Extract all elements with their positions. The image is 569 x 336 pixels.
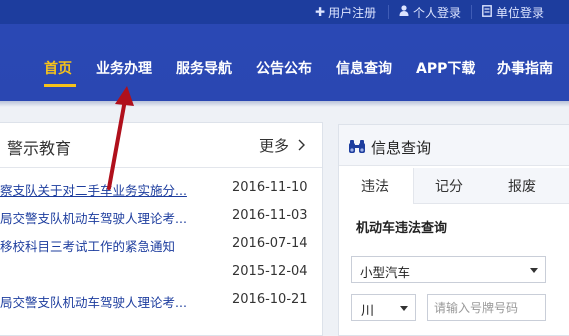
vehicle-type-select[interactable]: 小型汽车 <box>351 256 546 283</box>
register-label: 用户注册 <box>328 5 377 20</box>
active-nav-indicator <box>44 84 76 87</box>
tab-points[interactable]: 记分 <box>435 176 463 196</box>
register-link[interactable]: ✚ 用户注册 <box>315 0 376 24</box>
info-query-title: 信息查询 <box>371 139 432 157</box>
query-tabs: 违法 记分 报废 <box>339 168 569 204</box>
news-title[interactable]: 局交警支队机动车驾驶人理论考... <box>0 208 216 227</box>
news-date: 2016-11-10 <box>232 180 308 195</box>
info-query-panel: 信息查询 违法 记分 报废 机动车违法查询 小型汽车 川 <box>338 124 569 336</box>
news-row: 2015-12-04 <box>0 264 322 284</box>
binoculars-icon <box>348 139 366 158</box>
nav-shadow <box>0 101 569 107</box>
news-title[interactable]: 察支队关于对二手车业务实施分... <box>0 180 216 199</box>
news-date: 2015-12-04 <box>232 264 308 279</box>
plate-number-input[interactable] <box>427 294 546 321</box>
news-date: 2016-10-21 <box>232 292 308 307</box>
unit-login-label: 单位登录 <box>496 5 545 20</box>
vehicle-type-value: 小型汽车 <box>360 265 411 280</box>
news-row: 局交警支队机动车驾驶人理论考... 2016-11-03 <box>0 208 322 228</box>
more-link[interactable]: 更多 <box>259 135 306 156</box>
info-query-header: 信息查询 <box>339 125 569 166</box>
top-utility-bar: ✚ 用户注册 个人登录 单位登录 <box>0 0 569 24</box>
news-title[interactable]: 移校科目三考试工作的紧急通知 <box>0 236 216 255</box>
news-row: 察支队关于对二手车业务实施分... 2016-11-10 <box>0 180 322 200</box>
main-navigation: 首页 业务办理 服务导航 公告公布 信息查询 APP下载 办事指南 <box>0 24 569 101</box>
province-value: 川 <box>361 304 375 319</box>
nav-business[interactable]: 业务办理 <box>96 58 152 78</box>
personal-login-link[interactable]: 个人登录 <box>399 0 461 24</box>
chevron-down-icon <box>400 306 408 311</box>
tabs-divider <box>413 203 569 204</box>
nav-service-guide[interactable]: 服务导航 <box>176 58 232 78</box>
province-select[interactable]: 川 <box>351 294 416 321</box>
user-icon <box>399 5 409 19</box>
plus-icon: ✚ <box>315 5 326 19</box>
nav-announcements[interactable]: 公告公布 <box>256 58 312 78</box>
nav-guide[interactable]: 办事指南 <box>497 58 553 78</box>
divider <box>471 5 472 19</box>
news-row: 局交警支队机动车驾驶人理论考... 2016-10-21 <box>0 292 322 312</box>
news-title[interactable]: 局交警支队机动车驾驶人理论考... <box>0 292 216 311</box>
news-date: 2016-11-03 <box>232 208 308 223</box>
panel-header: 警示教育 更多 <box>0 123 322 168</box>
unit-login-link[interactable]: 单位登录 <box>482 0 544 24</box>
more-label: 更多 <box>259 137 290 155</box>
personal-login-label: 个人登录 <box>413 5 462 20</box>
tab-violation[interactable]: 违法 <box>361 176 389 196</box>
news-row: 移校科目三考试工作的紧急通知 2016-07-14 <box>0 236 322 256</box>
document-icon <box>482 4 492 20</box>
nav-home[interactable]: 首页 <box>44 58 72 78</box>
section-title: 警示教育 <box>7 139 72 158</box>
warning-education-panel: 警示教育 更多 察支队关于对二手车业务实施分... 2016-11-10 局交警… <box>0 122 323 336</box>
form-title: 机动车违法查询 <box>356 221 448 236</box>
nav-app-download[interactable]: APP下载 <box>416 58 475 78</box>
chevron-down-icon <box>530 268 538 273</box>
nav-info-query[interactable]: 信息查询 <box>336 58 392 78</box>
tab-scrap[interactable]: 报废 <box>508 176 536 196</box>
chevron-right-icon <box>294 137 306 155</box>
news-date: 2016-07-14 <box>232 236 308 251</box>
divider <box>388 5 389 19</box>
